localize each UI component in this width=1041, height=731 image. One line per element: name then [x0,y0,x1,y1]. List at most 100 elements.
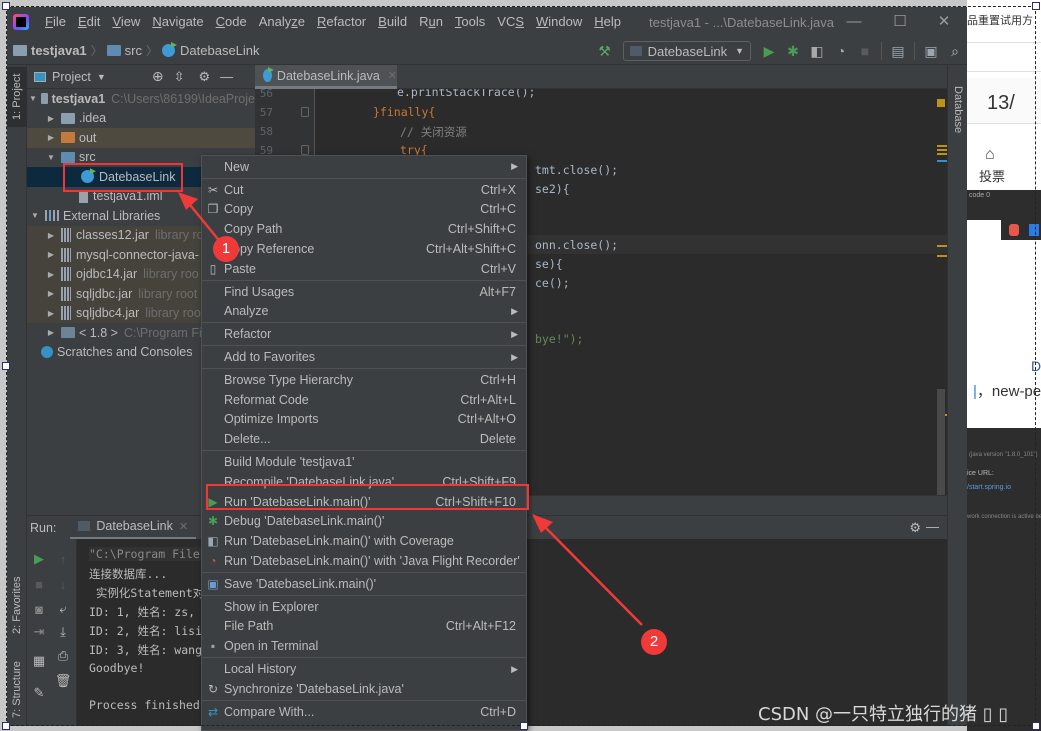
error-stripe-mark[interactable] [937,245,947,247]
coverage-icon[interactable]: ◧ [805,39,829,63]
menu-item-build-module-testjava1[interactable]: Build Module 'testjava1' [202,452,526,472]
resize-handle[interactable] [2,722,10,730]
error-stripe-mark[interactable] [937,255,947,257]
minimize-button[interactable]: — [831,7,877,37]
menu-item-delete[interactable]: Delete... Delete [202,429,526,449]
menu-item-reformat-code[interactable]: Reformat Code Ctrl+Alt+L [202,390,526,410]
menu-run[interactable]: Run [413,7,449,37]
menu-item-optimize-imports[interactable]: Optimize Imports Ctrl+Alt+O [202,410,526,430]
resize-handle[interactable] [2,2,10,10]
maximize-button[interactable]: ☐ [877,7,923,37]
profile-icon[interactable]: ◔ [829,39,853,63]
menu-item-analyze[interactable]: Analyze ▶ [202,302,526,322]
breadcrumb-project[interactable]: testjava1 [31,43,87,58]
vote-icon[interactable]: ⌂ [985,146,995,164]
tree-item-module[interactable]: ▼ testjava1 C:\Users\86199\IdeaProje [27,89,255,109]
menu-item-synchronize-datebaselink-java[interactable]: ↻ Synchronize 'DatebaseLink.java' [202,679,526,699]
menu-item-open-in-terminal[interactable]: ▪ Open in Terminal [202,636,526,656]
menu-file[interactable]: File [39,7,72,37]
collapse-arrow-icon[interactable]: ▶ [45,270,57,279]
terminal-icon[interactable]: ▣ [919,39,943,63]
menu-item-debug-datebaselink-main[interactable]: ✱ Debug 'DatebaseLink.main()' [202,512,526,532]
fold-icon[interactable] [301,145,309,155]
tree-item-out[interactable]: ▶ out [27,128,255,148]
tool-window-database[interactable]: Database [948,75,967,145]
resize-handle[interactable] [2,362,10,370]
resize-handle[interactable] [1032,722,1040,730]
exit-icon[interactable]: ⇥ [27,622,51,642]
error-stripe-mark[interactable] [937,160,947,162]
collapse-arrow-icon[interactable]: ▶ [45,328,57,337]
tree-item-idea[interactable]: ▶ .idea [27,109,255,129]
menu-item-paste[interactable]: ▯ Paste Ctrl+V [202,259,526,279]
collapse-arrow-icon[interactable]: ▶ [45,289,57,298]
error-stripe-mark[interactable] [937,153,947,155]
close-tab-icon[interactable]: ✕ [179,520,188,533]
stop-icon[interactable]: ■ [853,39,877,63]
soft-wrap-icon[interactable]: ⤶ [51,599,75,619]
menu-item-add-to-favorites[interactable]: Add to Favorites ▶ [202,347,526,367]
resize-handle[interactable] [1032,2,1040,10]
error-stripe-mark[interactable] [937,149,947,151]
vote-label[interactable]: 投票 [979,166,1005,185]
debug-icon[interactable]: ✱ [781,39,805,63]
close-button[interactable]: ✕ [921,7,967,37]
menu-view[interactable]: View [106,7,146,37]
run-icon[interactable]: ▶ [757,39,781,63]
project-structure-icon[interactable]: ▤ [886,39,910,63]
pin-icon[interactable]: ✎ [27,683,51,703]
menu-item-run-datebaselink-main-with-java-flight-recorder[interactable]: ◔ Run 'DatebaseLink.main()' with 'Java Fl… [202,551,526,571]
menu-item-copy-path[interactable]: Copy Path Ctrl+Shift+C [202,219,526,239]
hide-panel-icon[interactable]: — [926,519,939,534]
menu-item-copy-reference[interactable]: Copy Reference Ctrl+Alt+Shift+C [202,239,526,259]
collapse-arrow-icon[interactable]: ▶ [45,231,57,240]
menu-item-compare-with[interactable]: ⇄ Compare With... Ctrl+D [202,702,526,722]
breadcrumb-src[interactable]: src [125,43,142,58]
expand-arrow-icon[interactable]: ▼ [29,211,41,220]
gear-icon[interactable]: ⚙ [909,520,921,536]
menu-item-find-usages[interactable]: Find Usages Alt+F7 [202,282,526,302]
project-view-selector[interactable]: Project [52,70,91,84]
menu-item-copy[interactable]: ❐ Copy Ctrl+C [202,200,526,220]
tool-window-project[interactable]: 1: Project [7,67,27,127]
gear-icon[interactable]: ⚙ [198,69,210,85]
run-configuration-selector[interactable]: DatebaseLink ▼ [622,41,751,61]
run-tab-datebaselink[interactable]: DatebaseLink ✕ [70,516,197,540]
expand-arrow-icon[interactable]: ▼ [29,94,37,103]
rerun-icon[interactable]: ▶ [27,549,51,569]
warning-marker[interactable] [937,99,945,107]
resize-handle[interactable] [520,722,528,730]
scroll-to-end-icon[interactable]: ⤓ [51,622,75,642]
search-icon[interactable]: ⌕ [943,39,967,63]
menu-code[interactable]: Code [210,7,253,37]
menu-item-file-path[interactable]: File Path Ctrl+Alt+F12 [202,617,526,637]
breadcrumb-class[interactable]: DatebaseLink [180,43,260,58]
menu-help[interactable]: Help [588,7,627,37]
build-hammer-icon[interactable]: ⚒ [593,39,617,63]
hide-panel-icon[interactable]: — [220,69,233,84]
collapse-arrow-icon[interactable]: ▶ [45,250,57,259]
expand-arrow-icon[interactable]: ▼ [45,153,57,162]
menu-tools[interactable]: Tools [449,7,491,37]
collapse-arrow-icon[interactable]: ▶ [45,114,57,123]
menu-item-run-datebaselink-main[interactable]: ▶ Run 'DatebaseLink.main()' Ctrl+Shift+F10 [202,492,526,512]
menu-vcs[interactable]: VCS [491,7,530,37]
menu-item-local-history[interactable]: Local History ▶ [202,659,526,679]
editor-scrollbar[interactable] [937,389,945,495]
collapse-arrow-icon[interactable]: ▶ [45,309,57,318]
up-arrow-icon[interactable]: ↑ [51,549,75,569]
menu-build[interactable]: Build [372,7,413,37]
menu-item-save-datebaselink-main[interactable]: ▣ Save 'DatebaseLink.main()' [202,574,526,594]
menu-item-cut[interactable]: ✂ Cut Ctrl+X [202,180,526,200]
menu-window[interactable]: Window [530,7,588,37]
menu-item-new[interactable]: New ▶ [202,157,526,177]
stop-icon[interactable]: ■ [27,574,51,594]
menu-edit[interactable]: Edit [72,7,106,37]
menu-item-show-in-explorer[interactable]: Show in Explorer [202,597,526,617]
menu-navigate[interactable]: Navigate [146,7,209,37]
menu-item-browse-type-hierarchy[interactable]: Browse Type Hierarchy Ctrl+H [202,370,526,390]
menu-item-recompile-datebaselink-java[interactable]: Recompile 'DatebaseLink.java' Ctrl+Shift+… [202,472,526,492]
menu-refactor[interactable]: Refactor [311,7,372,37]
close-tab-icon[interactable]: ✕ [388,69,397,82]
collapse-all-icon[interactable]: ⇳ [174,69,185,85]
